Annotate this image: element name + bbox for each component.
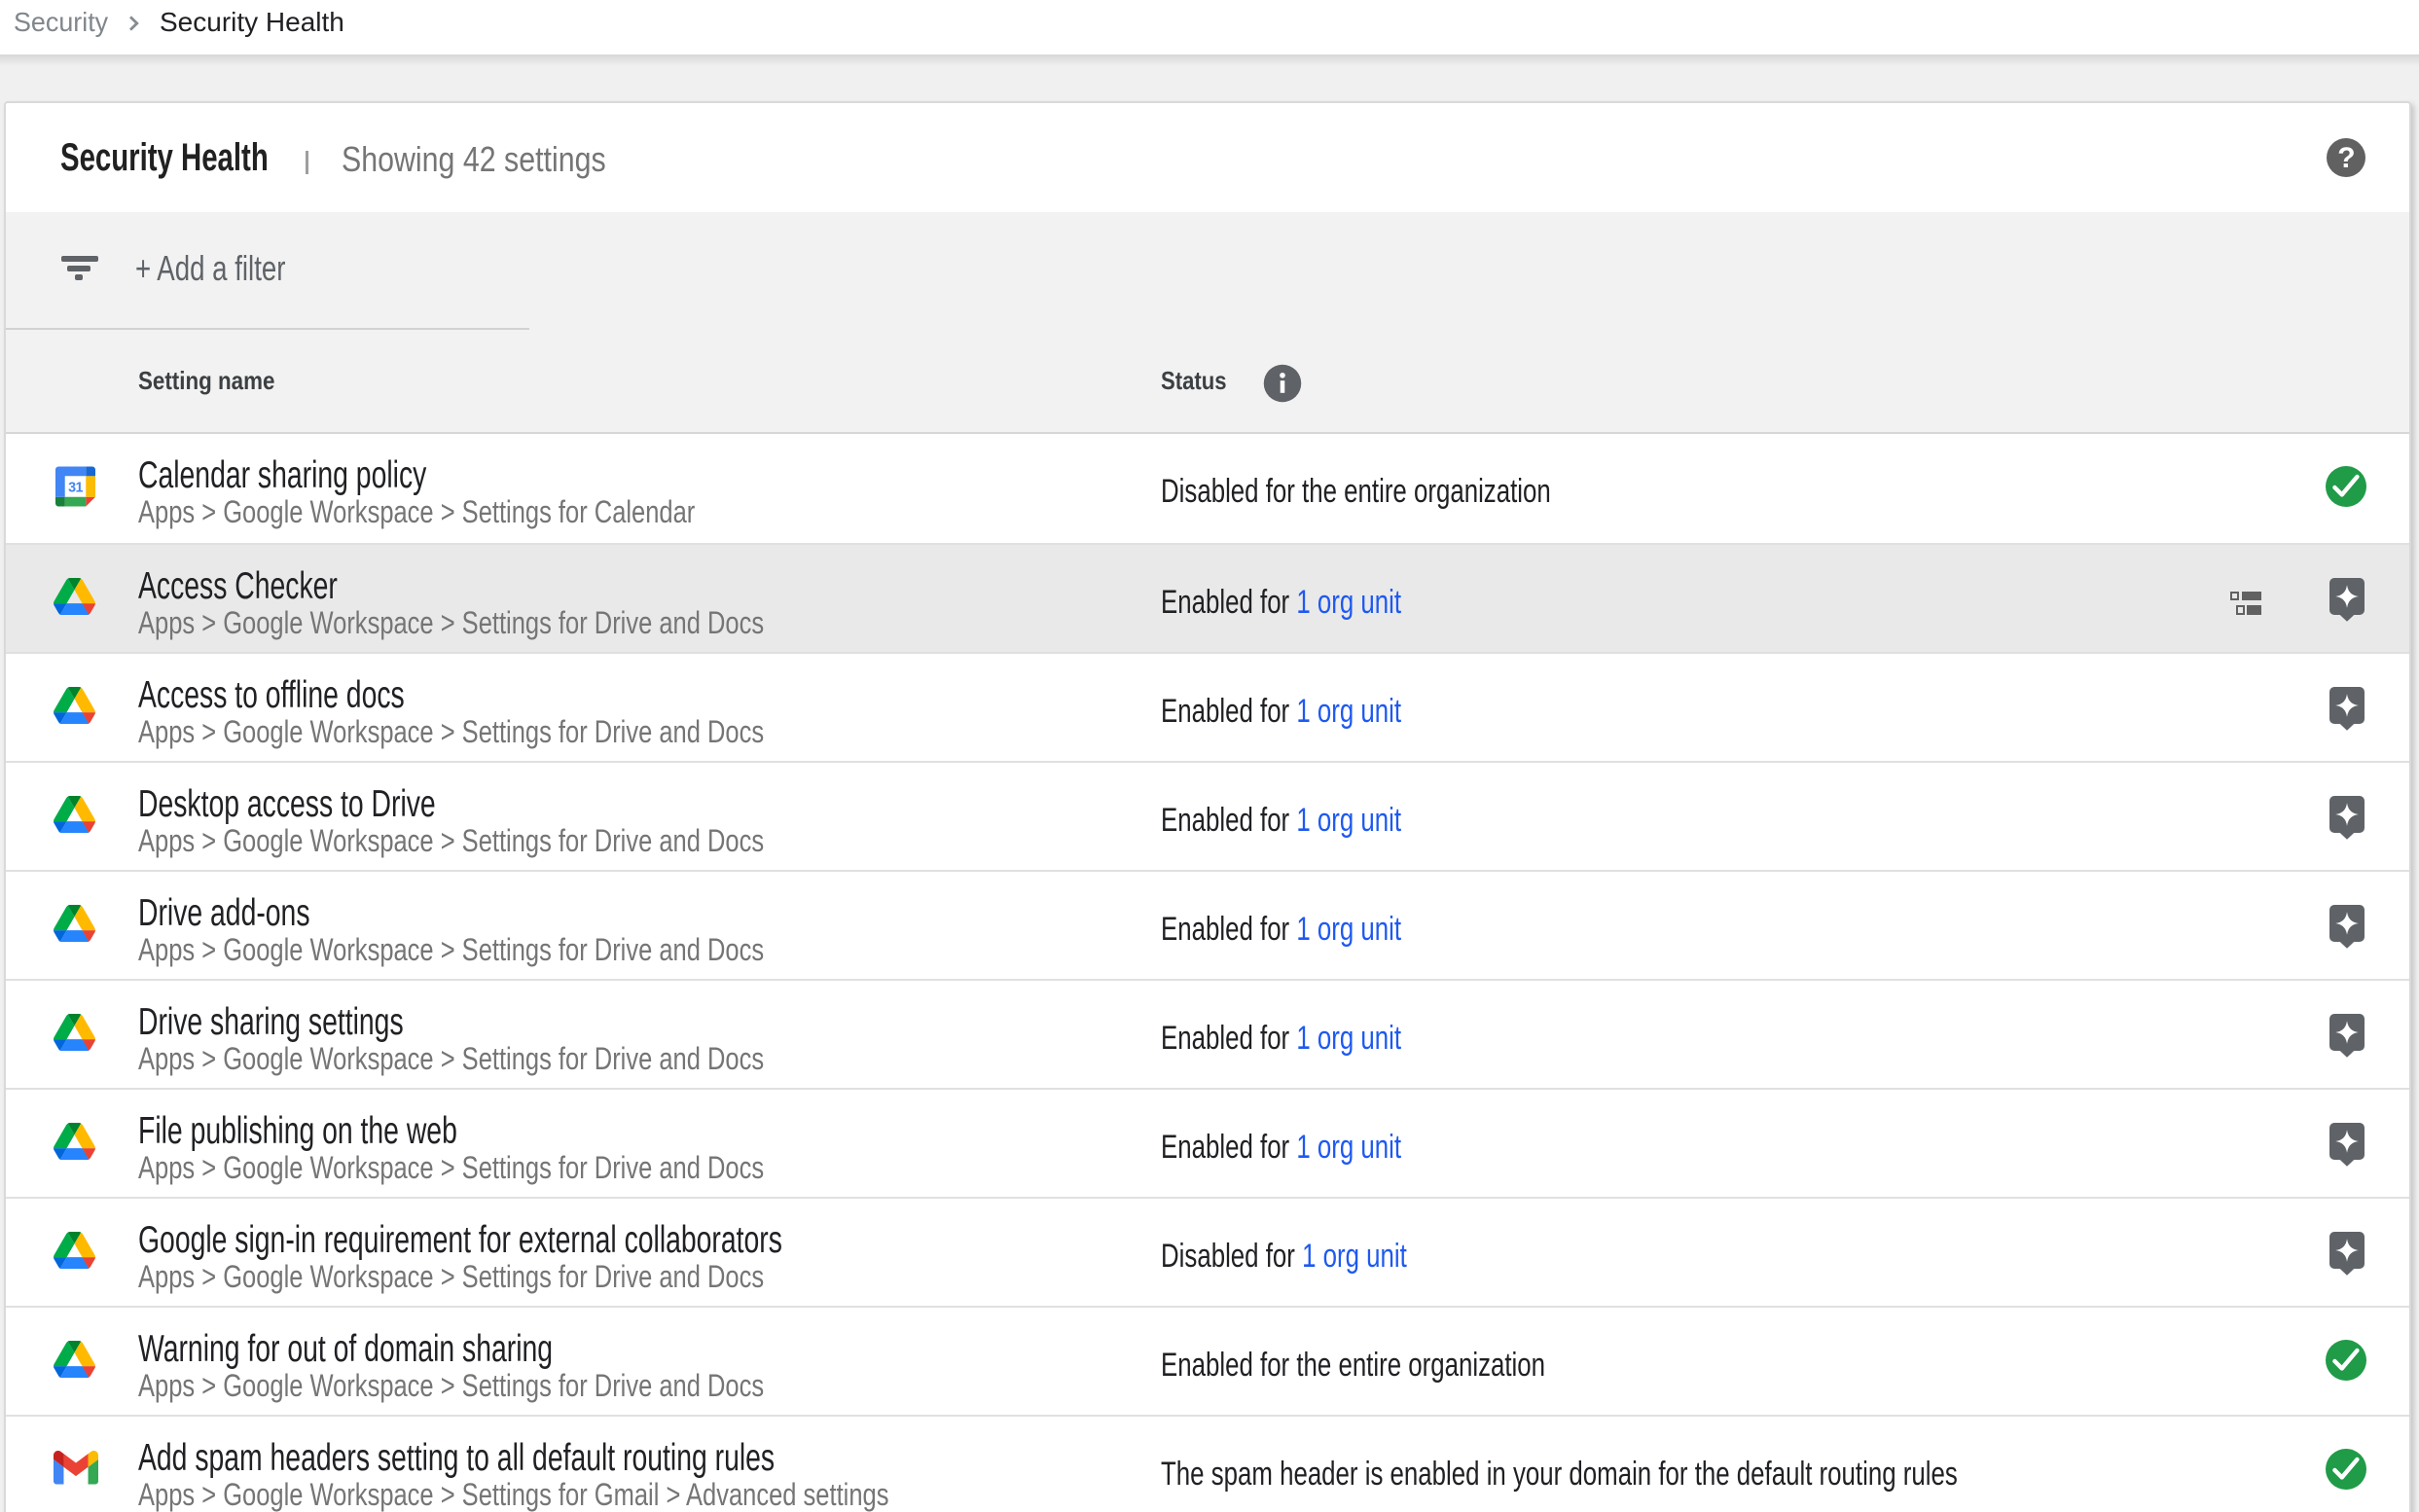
svg-text:31: 31 — [68, 481, 83, 496]
